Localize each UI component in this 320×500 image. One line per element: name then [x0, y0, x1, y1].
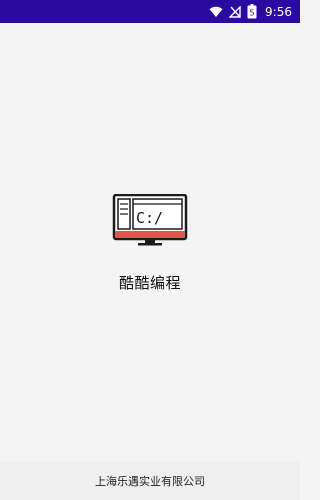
status-bar: 5 9:56 [0, 0, 300, 23]
status-time: 9:56 [265, 4, 292, 19]
company-name: 上海乐遇实业有限公司 [95, 475, 205, 488]
footer: 上海乐遇实业有限公司 [0, 462, 300, 500]
logo-text: C:/ [136, 209, 163, 227]
computer-terminal-icon: C:/ [112, 194, 188, 246]
battery-icon: 5 [247, 4, 257, 19]
signal-icon [229, 5, 241, 18]
splash-screen: 5 9:56 C:/ 酷酷编程 上海乐遇实业有限公司 [0, 0, 300, 500]
splash-content: C:/ 酷酷编程 [0, 194, 300, 293]
battery-level-label: 5 [250, 9, 255, 18]
wifi-icon [209, 6, 223, 18]
app-name: 酷酷编程 [118, 274, 181, 292]
